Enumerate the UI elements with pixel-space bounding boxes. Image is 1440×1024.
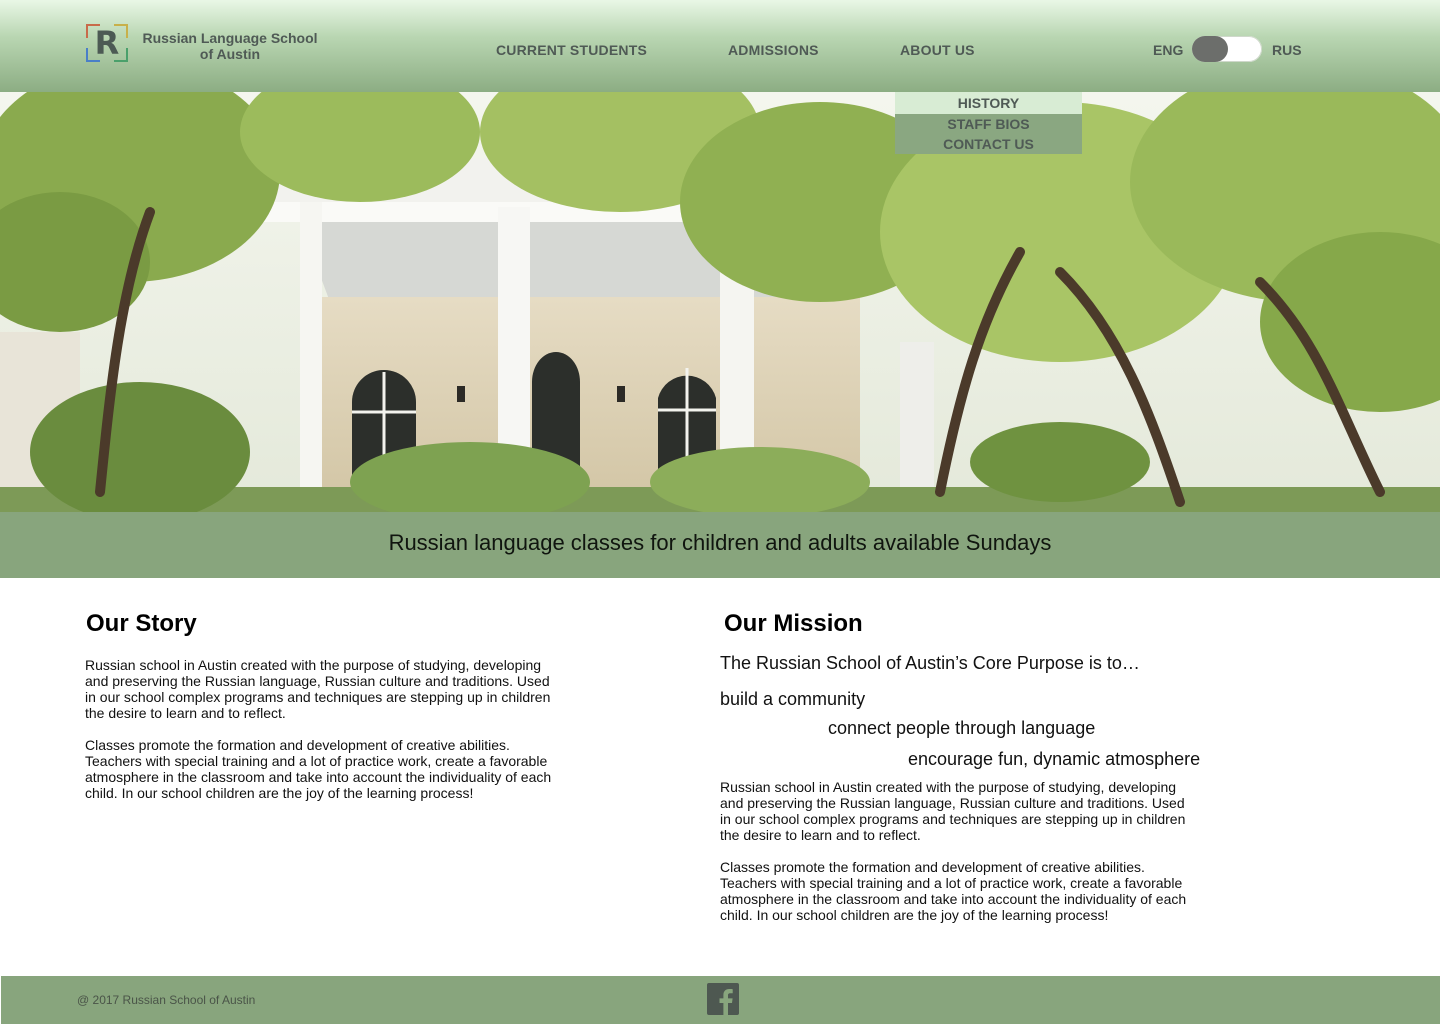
story-paragraph-2: Classes promote the formation and develo…	[85, 737, 552, 801]
mission-paragraph-2: Classes promote the formation and develo…	[720, 859, 1187, 923]
facebook-glyph-icon	[719, 989, 733, 1015]
lang-eng-label[interactable]: ENG	[1153, 42, 1183, 58]
nav-admissions[interactable]: ADMISSIONS	[728, 42, 819, 58]
mission-point-community: build a community	[720, 689, 866, 709]
dropdown-item-history[interactable]: HISTORY	[895, 92, 1082, 114]
nav-current-students[interactable]: CURRENT STUDENTS	[496, 42, 647, 58]
nav-about-us[interactable]: ABOUT US	[900, 42, 975, 58]
site-footer: @ 2017 Russian School of Austin	[1, 976, 1440, 1024]
school-building-photo	[0, 92, 1440, 512]
mission-paragraph-1: Russian school in Austin created with th…	[720, 779, 1186, 843]
dropdown-item-staff-bios[interactable]: STAFF BIOS	[895, 116, 1082, 132]
mission-intro: The Russian School of Austin’s Core Purp…	[720, 653, 1140, 673]
site-name-line2: of Austin	[199, 46, 261, 62]
mission-point-atmosphere: encourage fun, dynamic atmosphere	[908, 749, 1201, 769]
our-mission-heading: Our Mission	[724, 610, 863, 637]
lang-rus-label[interactable]: RUS	[1272, 42, 1302, 58]
language-toggle[interactable]	[1192, 36, 1262, 62]
mission-point-language: connect people through language	[828, 718, 1096, 738]
banner-text: Russian language classes for children an…	[388, 530, 1052, 555]
info-banner: Russian language classes for children an…	[0, 512, 1440, 578]
site-name[interactable]: Russian Language School of Austin	[140, 30, 320, 62]
toggle-knob	[1192, 36, 1228, 62]
about-us-dropdown: HISTORY STAFF BIOS CONTACT US	[895, 92, 1082, 154]
story-paragraph-1: Russian school in Austin created with th…	[85, 657, 551, 721]
logo[interactable]: R	[86, 24, 128, 62]
facebook-icon[interactable]	[707, 983, 739, 1015]
our-story-heading: Our Story	[86, 610, 197, 637]
copyright-text: @ 2017 Russian School of Austin	[77, 993, 256, 1007]
hero-image	[0, 92, 1440, 512]
site-header: R Russian Language School of Austin CURR…	[0, 0, 1440, 92]
site-name-line1: Russian Language School	[142, 30, 318, 46]
dropdown-item-contact-us[interactable]: CONTACT US	[895, 136, 1082, 152]
logo-letter: R	[94, 24, 120, 62]
